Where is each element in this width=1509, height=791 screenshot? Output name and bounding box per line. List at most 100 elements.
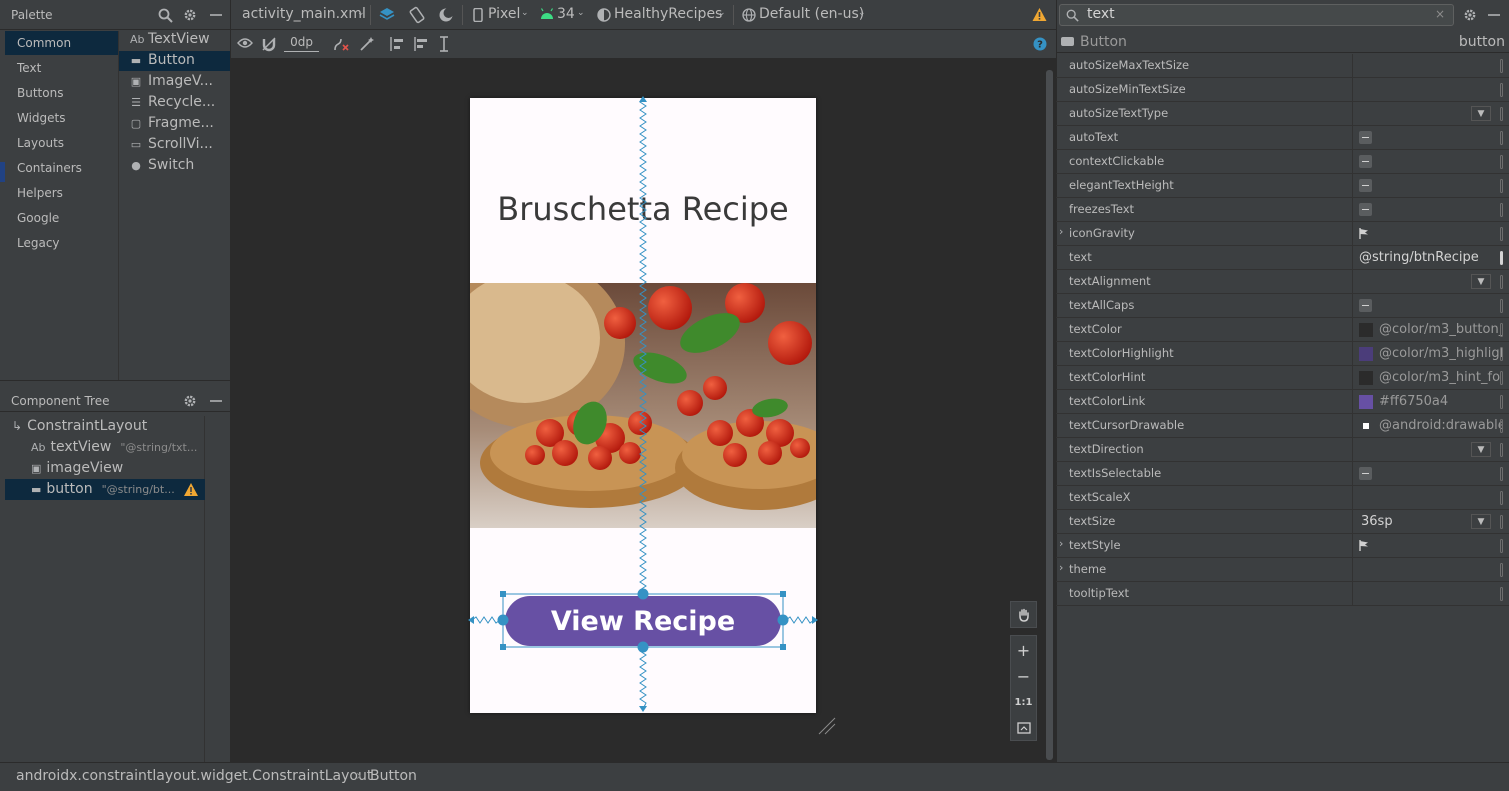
layers-icon[interactable] [378, 6, 396, 24]
theme-selector[interactable]: HealthyRecipes [614, 6, 722, 22]
category-google[interactable]: Google [17, 211, 59, 225]
attribute-value[interactable] [1352, 534, 1502, 557]
attribute-value[interactable]: @string/btnRecipe [1352, 246, 1502, 269]
attribute-row-textscalex[interactable]: textScaleX [1056, 486, 1509, 510]
attribute-row-textcursordrawable[interactable]: textCursorDrawable @android:drawable [1056, 414, 1509, 438]
attribute-resource-picker[interactable] [1500, 227, 1503, 241]
attribute-value[interactable] [1352, 582, 1502, 605]
palette-item-imageview[interactable]: ▣ ImageV... [130, 73, 213, 89]
tree-node-constraintlayout[interactable]: ↳ ConstraintLayout [12, 418, 147, 434]
palette-item-textview[interactable]: Ab TextView [130, 31, 210, 47]
breadcrumb-current[interactable]: Button [370, 768, 417, 784]
chevron-right-icon[interactable]: › [1059, 561, 1063, 574]
attribute-value[interactable] [1352, 462, 1502, 485]
dropdown-chevron-icon[interactable]: ▼ [1471, 514, 1491, 529]
attribute-value[interactable] [1352, 198, 1502, 221]
attribute-row-autosizetexttype[interactable]: autoSizeTextType ▼ [1056, 102, 1509, 126]
default-margin-field[interactable]: 0dp [284, 35, 319, 52]
palette-item-fragment[interactable]: ▢ Fragme... [130, 115, 214, 131]
pan-button[interactable] [1010, 601, 1037, 628]
attribute-row-textisselectable[interactable]: textIsSelectable [1056, 462, 1509, 486]
attribute-resource-picker[interactable] [1500, 155, 1503, 169]
attribute-row-textstyle[interactable]: › textStyle [1056, 534, 1509, 558]
attribute-row-textcolorhighlight[interactable]: textColorHighlight @color/m3_highligl [1056, 342, 1509, 366]
search-icon[interactable] [157, 7, 173, 23]
color-swatch[interactable] [1359, 370, 1373, 385]
chevron-down-icon[interactable]: ⌄ [718, 8, 726, 18]
attribute-resource-picker[interactable] [1500, 59, 1503, 73]
orientation-icon[interactable] [408, 6, 426, 24]
attribute-row-textcolorlink[interactable]: textColorLink #ff6750a4 [1056, 390, 1509, 414]
attribute-row-text[interactable]: text @string/btnRecipe [1056, 246, 1509, 270]
attribute-row-textallcaps[interactable]: textAllCaps [1056, 294, 1509, 318]
attribute-resource-picker[interactable] [1500, 395, 1503, 409]
gear-icon[interactable] [182, 393, 198, 409]
attribute-value[interactable] [1352, 486, 1502, 509]
api-level-selector[interactable]: 34 [557, 6, 575, 22]
color-swatch[interactable] [1359, 346, 1373, 361]
attribute-row-autosizemintextsize[interactable]: autoSizeMinTextSize [1056, 78, 1509, 102]
tree-node-textview[interactable]: Ab textView "@string/txt... [31, 439, 197, 455]
checkbox-indeterminate-icon[interactable] [1359, 131, 1372, 144]
attribute-row-theme[interactable]: › theme [1056, 558, 1509, 582]
attribute-row-autotext[interactable]: autoText [1056, 126, 1509, 150]
zoom-actual-size-button[interactable]: 1:1 [1011, 690, 1036, 714]
attribute-resource-picker[interactable] [1500, 131, 1503, 145]
device-selector[interactable]: Pixel [488, 6, 520, 22]
chevron-down-icon[interactable]: ⌄ [577, 8, 585, 18]
help-icon[interactable]: ? [1033, 37, 1047, 51]
attribute-resource-picker[interactable] [1500, 179, 1503, 193]
chevron-right-icon[interactable]: › [1059, 537, 1063, 550]
attribute-value[interactable] [1352, 222, 1502, 245]
locale-selector[interactable]: Default (en-us) [759, 6, 864, 22]
checkbox-indeterminate-icon[interactable] [1359, 155, 1372, 168]
attribute-row-freezestext[interactable]: freezesText [1056, 198, 1509, 222]
attribute-value[interactable]: #ff6750a4 [1352, 390, 1502, 413]
attribute-resource-picker[interactable] [1500, 347, 1503, 361]
chevron-right-icon[interactable]: › [1059, 225, 1063, 238]
attribute-resource-picker[interactable] [1500, 371, 1503, 385]
attribute-resource-picker[interactable] [1500, 107, 1503, 121]
category-widgets[interactable]: Widgets [17, 111, 66, 125]
palette-item-button[interactable]: ▬ Button [130, 52, 195, 68]
attribute-row-textdirection[interactable]: textDirection ▼ [1056, 438, 1509, 462]
zoom-fit-button[interactable] [1011, 716, 1036, 740]
chevron-down-icon[interactable]: ⌄ [521, 8, 529, 18]
category-text[interactable]: Text [17, 61, 41, 75]
category-layouts[interactable]: Layouts [17, 136, 64, 150]
attribute-resource-picker[interactable] [1500, 251, 1503, 265]
tree-node-imageview[interactable]: ▣ imageView [31, 460, 123, 476]
attribute-resource-picker[interactable] [1500, 563, 1503, 577]
file-tab[interactable]: activity_main.xml [242, 6, 366, 22]
category-common[interactable]: Common [17, 36, 71, 50]
attribute-resource-picker[interactable] [1500, 467, 1503, 481]
magic-wand-icon[interactable] [359, 36, 375, 52]
color-swatch[interactable] [1363, 422, 1369, 429]
night-mode-icon[interactable] [437, 6, 455, 24]
clear-constraints-icon[interactable] [333, 36, 349, 52]
attribute-row-tooltiptext[interactable]: tooltipText [1056, 582, 1509, 606]
attribute-row-textalignment[interactable]: textAlignment ▼ [1056, 270, 1509, 294]
attribute-value[interactable] [1352, 174, 1502, 197]
guidelines-icon[interactable] [436, 36, 452, 52]
attribute-row-autosizemaxtextsize[interactable]: autoSizeMaxTextSize [1056, 54, 1509, 78]
attribute-search-field[interactable]: text × [1059, 4, 1454, 26]
attribute-row-textcolorhint[interactable]: textColorHint @color/m3_hint_fo [1056, 366, 1509, 390]
dropdown-chevron-icon[interactable]: ▼ [1471, 442, 1491, 457]
category-containers[interactable]: Containers [17, 161, 82, 175]
zoom-out-button[interactable]: − [1011, 664, 1036, 688]
clear-search-icon[interactable]: × [1435, 7, 1445, 21]
category-legacy[interactable]: Legacy [17, 236, 60, 250]
palette-item-recyclerview[interactable]: ☰ Recycle... [130, 94, 215, 110]
warning-icon[interactable] [184, 482, 198, 496]
canvas-scrollbar[interactable] [1046, 70, 1053, 760]
resize-handle-icon[interactable] [817, 716, 837, 736]
dropdown-chevron-icon[interactable]: ▼ [1471, 106, 1491, 121]
palette-item-switch[interactable]: ● Switch [130, 157, 194, 173]
attribute-value[interactable]: @android:drawable [1352, 414, 1502, 437]
attribute-value[interactable]: @color/m3_hint_fo [1352, 366, 1502, 389]
attribute-resource-picker[interactable] [1500, 323, 1503, 337]
tree-node-button[interactable]: ▬ button "@string/bt... [31, 481, 175, 497]
breadcrumb-parent[interactable]: androidx.constraintlayout.widget.Constra… [16, 768, 372, 784]
attribute-resource-picker[interactable] [1500, 515, 1503, 529]
